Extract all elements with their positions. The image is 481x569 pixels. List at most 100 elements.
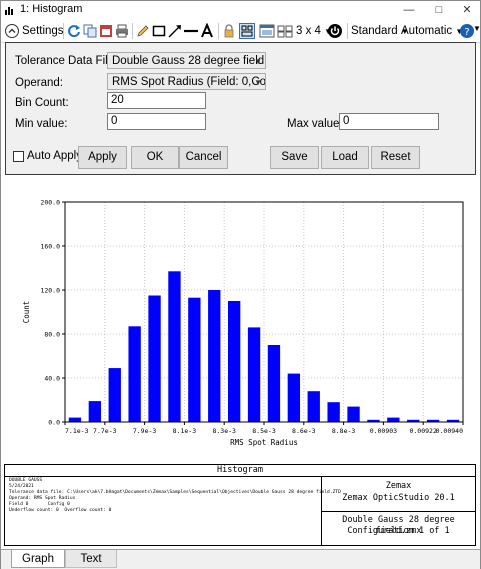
x-axis-ticks: 7.1e-3 7.7e-3 7.9e-3 8.1e-3 8.3e-3 8.5e-3 8.6e… (64, 422, 464, 435)
export-icon[interactable] (98, 23, 114, 39)
pencil-icon[interactable] (135, 23, 151, 39)
cancel-button[interactable]: Cancel (179, 146, 228, 169)
x-tick-label: 8.6e-3 (292, 427, 316, 435)
svg-text:?: ? (464, 27, 469, 38)
auto-apply-label: Auto Apply (27, 150, 82, 162)
layout-label: 3 x 4 (296, 25, 321, 37)
rectangle-icon[interactable] (151, 23, 167, 39)
x-tick-label: 7.7e-3 (93, 427, 117, 435)
automatic-label: Automatic (401, 25, 453, 37)
operand-value: RMS Spot Radius (Field: 0,Confi (112, 76, 266, 88)
bin-count-label: Bin Count: (15, 97, 69, 109)
footer-divider (321, 511, 475, 512)
y-tick-label: 80.0 (44, 331, 60, 339)
x-tick-label: 8.3e-3 (212, 427, 236, 435)
histogram-bar (327, 402, 340, 422)
y-tick-label: 160.0 (40, 243, 60, 251)
min-value-input[interactable]: 0 (107, 113, 206, 130)
tolerance-file-value: Double Gauss 28 degree field.ZT (112, 55, 266, 67)
histogram-window: 1: Histogram — □ ✕ Settings 3 x 4 Standa… (0, 0, 481, 569)
footer-title: Histogram (5, 465, 475, 477)
bin-count-input[interactable]: 20 (107, 92, 206, 109)
minimize-icon[interactable]: — (401, 2, 417, 18)
histogram-bar (227, 301, 241, 422)
auto-apply-checkbox[interactable] (13, 151, 24, 162)
x-tick-label: 8.1e-3 (173, 427, 197, 435)
view-tabs: Graph Text (1, 549, 480, 569)
min-value-label: Min value: (15, 118, 68, 130)
reset-button[interactable]: Reset (371, 146, 420, 169)
y-tick-label: 120.0 (40, 287, 60, 295)
histogram-bar (128, 326, 141, 422)
save-button[interactable]: Save (270, 146, 319, 169)
power-icon[interactable] (327, 23, 343, 39)
settings-panel: Tolerance Data File: Double Gauss 28 deg… (5, 42, 476, 175)
tab-text[interactable]: Text (65, 550, 117, 568)
toolbar-separator (218, 23, 219, 39)
histogram-app-icon (5, 7, 13, 15)
collapse-settings-icon[interactable] (4, 23, 20, 39)
line-icon[interactable] (183, 23, 199, 39)
x-tick-label: 0.00922 (409, 427, 436, 435)
grid-window-icon[interactable] (259, 23, 275, 39)
copy-icon[interactable] (82, 23, 98, 39)
text-icon[interactable] (199, 23, 215, 39)
histogram-bar (108, 368, 121, 422)
title-bar: 1: Histogram — □ ✕ (1, 1, 480, 19)
histogram-bar (347, 406, 360, 422)
toolbar-separator (132, 23, 133, 39)
histogram-bar (307, 391, 320, 422)
arrow-icon[interactable] (167, 23, 183, 39)
footer-company: Zemax (385, 481, 412, 491)
refresh-icon[interactable] (66, 23, 82, 39)
histogram-bar (387, 417, 400, 422)
footer-info-line: Underflow count: 0 Overflow count: 0 (9, 508, 112, 513)
tile-windows-icon[interactable] (277, 23, 293, 39)
analysis-toolbar: Settings 3 x 4 Standard ▼ Automatic ▼ ? … (1, 20, 481, 43)
toolbar-separator (347, 23, 348, 39)
histogram-bar (208, 290, 221, 422)
chevron-down-icon: ▼ (254, 57, 262, 66)
x-tick-label: 7.9e-3 (133, 427, 157, 435)
settings-button[interactable]: Settings (22, 22, 64, 40)
toolbar-separator (63, 23, 64, 39)
footer-info: DOUBLE GAUSS 5/24/2021 Tolerance data file… (9, 478, 341, 514)
y-tick-label: 200.0 (40, 199, 60, 207)
maximize-icon[interactable]: □ (431, 2, 447, 18)
histogram-bar (287, 373, 301, 422)
x-tick-label: 7.1e-3 (65, 427, 89, 435)
print-icon[interactable] (114, 23, 130, 39)
x-tick-label: 8.8e-3 (332, 427, 356, 435)
footer-config: Configuration 1 of 1 (347, 526, 450, 536)
analysis-footer: Histogram DOUBLE GAUSS 5/24/2021 Tolerance… (4, 464, 476, 546)
chevron-down-icon[interactable]: ▼ (473, 24, 481, 33)
x-axis-label: RMS Spot Radius (230, 438, 298, 447)
close-icon[interactable]: ✕ (459, 2, 475, 18)
standard-label: Standard (351, 25, 398, 37)
histogram-bar (247, 327, 261, 422)
x-tick-label: 0.00940 (436, 427, 463, 435)
chevron-down-icon: ▼ (254, 78, 262, 87)
lock-icon[interactable] (221, 23, 237, 39)
ok-button[interactable]: OK (131, 146, 179, 169)
footer-product: Zemax OpticStudio 20.1 (342, 493, 455, 503)
y-axis-label: Count (22, 301, 31, 324)
histogram-bar (148, 295, 161, 422)
histogram-bar (188, 297, 201, 422)
histogram-bar (88, 401, 102, 422)
operand-label: Operand: (15, 77, 63, 89)
y-axis-ticks: 0.0 40.0 80.0 120.0 160.0 200.0 (40, 199, 65, 427)
histogram-bar (168, 271, 181, 422)
chart-grid (64, 201, 464, 423)
tolerance-file-dropdown[interactable]: Double Gauss 28 degree field.ZT ▼ (107, 52, 266, 69)
automatic-dropdown[interactable]: Automatic ▼ (401, 22, 463, 40)
x-tick-label: 8.5e-3 (252, 427, 276, 435)
load-button[interactable]: Load (321, 146, 369, 169)
apply-button[interactable]: Apply (78, 146, 127, 169)
histogram-chart: 0.040.080.0120.0160.0200.0 7.1e-3 7.7e-3 7… (22, 199, 464, 447)
operand-dropdown[interactable]: RMS Spot Radius (Field: 0,Confi ▼ (107, 73, 266, 90)
max-value-input[interactable]: 0 (339, 113, 439, 130)
window-layout-icon[interactable] (239, 23, 255, 39)
tab-graph[interactable]: Graph (11, 550, 65, 568)
y-tick-label: 0.0 (48, 419, 60, 427)
